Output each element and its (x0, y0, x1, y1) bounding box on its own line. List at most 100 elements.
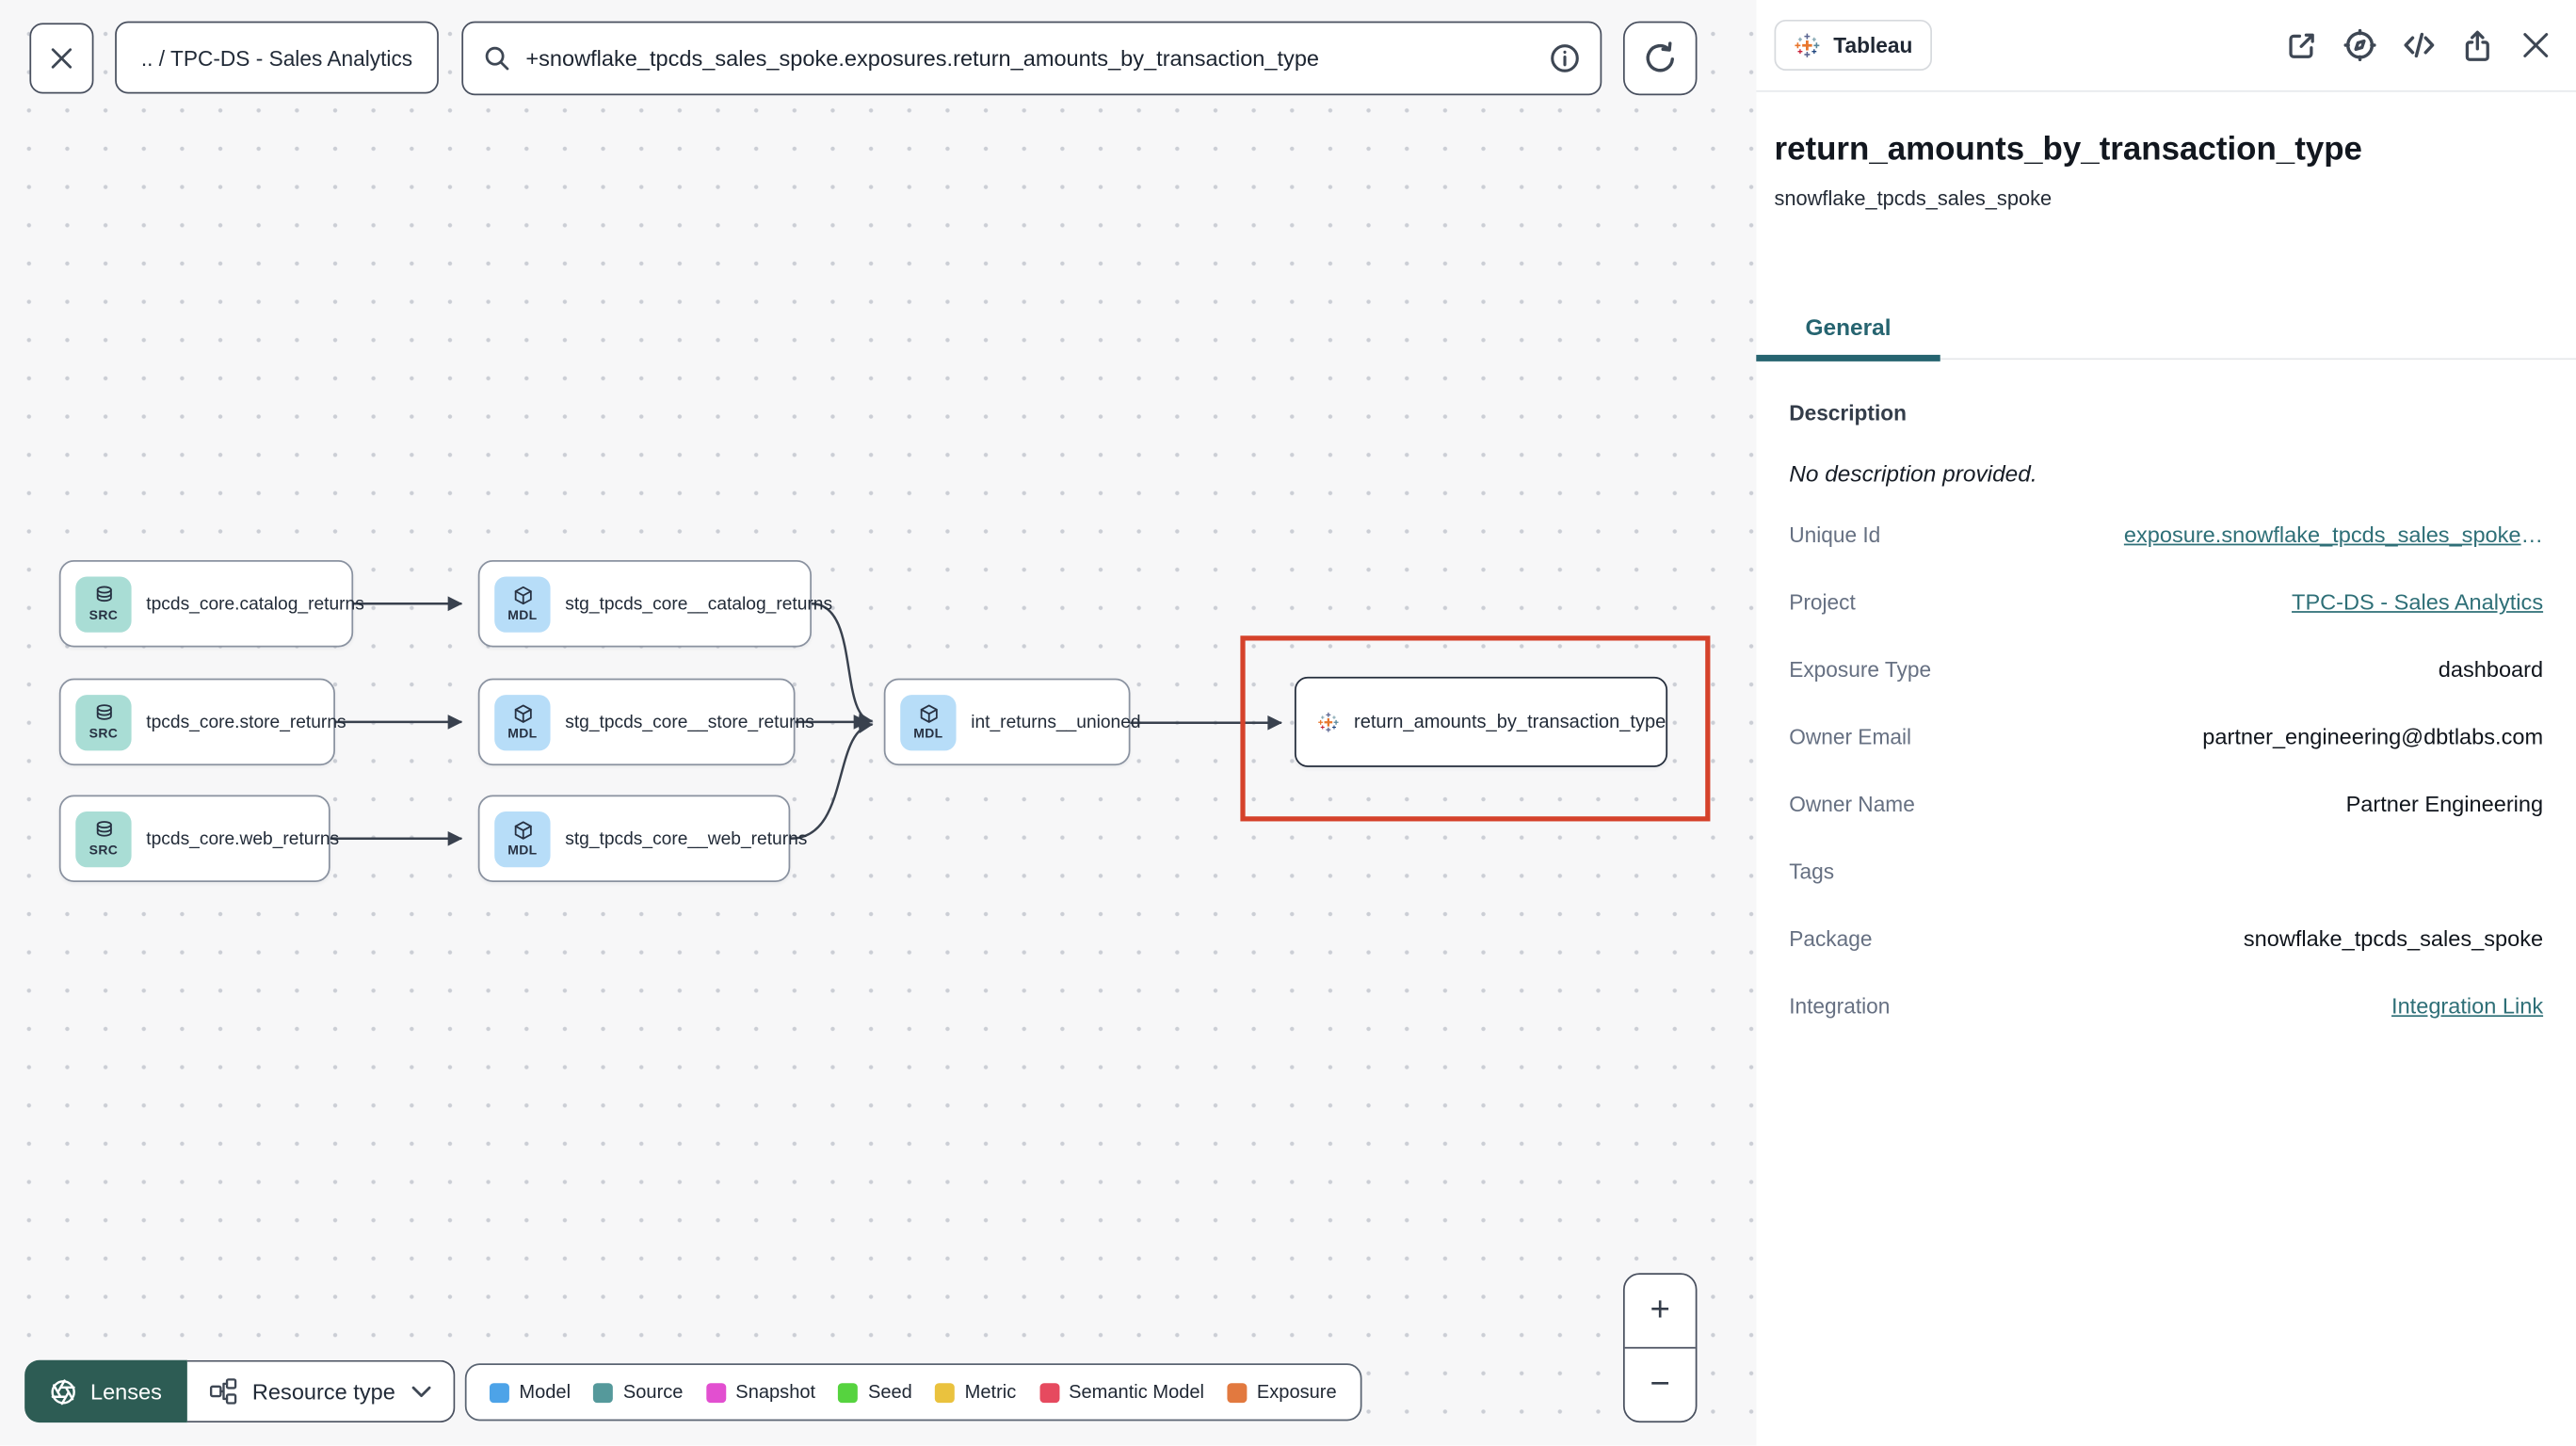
close-lineage-button[interactable] (29, 23, 94, 94)
node-badge: SRC (89, 607, 119, 623)
legend-item: Exposure (1227, 1382, 1337, 1403)
view-controls: Lenses Resource type (24, 1359, 455, 1423)
node-badge: MDL (507, 607, 538, 623)
semantic-model-swatch (1038, 1382, 1059, 1403)
tab-general[interactable]: General (1756, 293, 1940, 362)
resource-title: return_amounts_by_transaction_type (1774, 131, 2362, 168)
node-label: stg_tpcds_core__catalog_returns (565, 593, 833, 614)
refresh-button[interactable] (1622, 21, 1698, 96)
metric-swatch (935, 1382, 956, 1403)
node-badge: SRC (89, 726, 119, 741)
graph-node-source[interactable]: SRC tpcds_core.web_returns (58, 795, 339, 883)
project-link[interactable]: TPC-DS - Sales Analytics (2292, 589, 2543, 614)
field-row-project: Project TPC-DS - Sales Analytics (1789, 589, 2544, 615)
source-database-icon: SRC (75, 575, 132, 632)
node-label: tpcds_core.web_returns (146, 828, 340, 849)
legend-item: Source (593, 1382, 683, 1403)
resource-package-subtitle: snowflake_tpcds_sales_spoke (1774, 186, 2053, 211)
node-label: tpcds_core.catalog_returns (146, 593, 364, 614)
field-row-integration: Integration Integration Link (1789, 993, 2544, 1019)
share-icon (2465, 29, 2489, 61)
resource-type-icon (209, 1378, 236, 1405)
zoom-in-button[interactable]: + (1624, 1275, 1696, 1349)
view-code-button[interactable] (2402, 28, 2437, 63)
tool-badge: Tableau (1774, 19, 1933, 72)
chevron-down-icon (411, 1385, 430, 1397)
lenses-button[interactable]: Lenses (24, 1359, 187, 1423)
graph-node-model[interactable]: MDL stg_tpcds_core__store_returns (477, 678, 814, 766)
compass-icon (2343, 28, 2376, 62)
legend-item: Metric (935, 1382, 1016, 1403)
breadcrumb[interactable]: .. / TPC-DS - Sales Analytics (115, 21, 439, 94)
external-link-icon (2289, 32, 2314, 57)
close-panel-button[interactable] (2519, 28, 2553, 63)
lenses-label: Lenses (89, 1378, 162, 1405)
node-badge: MDL (507, 843, 538, 858)
metadata-fields: Unique Id exposure.snowflake_tpcds_sales… (1789, 501, 2543, 1039)
field-row-tags: Tags (1789, 859, 1835, 884)
node-label: return_amounts_by_transaction_type (1354, 712, 1666, 732)
node-label: stg_tpcds_core__store_returns (565, 712, 814, 732)
search-icon (485, 46, 509, 71)
model-swatch (489, 1382, 509, 1403)
share-button[interactable] (2461, 29, 2494, 62)
search-input[interactable] (525, 45, 1535, 72)
graph-node-source[interactable]: SRC tpcds_core.store_returns (58, 678, 346, 766)
refresh-icon (1646, 41, 1674, 72)
details-panel: Tableau return_amounts_by_transaction_ty… (1756, 0, 2576, 1446)
details-panel-header: Tableau (1756, 0, 2576, 92)
close-icon (51, 48, 72, 69)
node-label: int_returns__unioned (971, 712, 1141, 732)
panel-body: Description No description provided. Uni… (1756, 360, 2576, 1039)
graph-node-exposure-selected[interactable]: return_amounts_by_transaction_type (1294, 676, 1668, 767)
dbt-explorer-lineage-app: SRC tpcds_core.catalog_returns SRC tpcds… (0, 0, 2576, 1446)
resource-legend: Model Source Snapshot Seed Metric Semant… (464, 1363, 1361, 1422)
snapshot-swatch (705, 1382, 726, 1403)
legend-item: Semantic Model (1038, 1382, 1204, 1403)
field-row-package: Package snowflake_tpcds_sales_spoke (1789, 926, 2544, 952)
graph-node-model[interactable]: MDL stg_tpcds_core__web_returns (477, 795, 807, 883)
model-cube-icon: MDL (494, 694, 551, 750)
explore-button[interactable] (2343, 28, 2377, 63)
lineage-canvas[interactable]: SRC tpcds_core.catalog_returns SRC tpcds… (0, 0, 1759, 1446)
model-cube-icon: MDL (494, 575, 551, 632)
source-swatch (593, 1382, 614, 1403)
node-badge: SRC (89, 843, 119, 858)
info-icon[interactable] (1549, 42, 1580, 73)
zoom-out-button[interactable]: − (1625, 1349, 1696, 1422)
field-row-unique-id: Unique Id exposure.snowflake_tpcds_sales… (1789, 522, 2544, 548)
description-empty-text: No description provided. (1789, 459, 2037, 487)
description-header: Description (1789, 400, 1907, 426)
source-database-icon: SRC (75, 694, 132, 750)
graph-node-source[interactable]: SRC tpcds_core.catalog_returns (58, 560, 364, 648)
graph-node-model[interactable]: MDL int_returns__unioned (883, 678, 1141, 766)
close-icon (2523, 33, 2549, 57)
field-row-owner-name: Owner Name Partner Engineering (1789, 792, 2544, 817)
unique-id-link[interactable]: exposure.snowflake_tpcds_sales_spoke (2124, 522, 2521, 547)
exposure-swatch (1227, 1382, 1248, 1403)
legend-item: Snapshot (705, 1382, 815, 1403)
model-cube-icon: MDL (494, 811, 551, 867)
node-badge: MDL (913, 726, 943, 741)
node-label: tpcds_core.store_returns (146, 712, 346, 732)
field-row-owner-email: Owner Email partner_engineering@dbtlabs.… (1789, 724, 2544, 749)
lineage-search[interactable] (461, 21, 1602, 96)
legend-item: Model (489, 1382, 571, 1403)
tableau-icon (1318, 712, 1339, 731)
integration-link[interactable]: Integration Link (2391, 994, 2543, 1019)
panel-tabs: General (1756, 293, 2576, 362)
graph-node-model[interactable]: MDL stg_tpcds_core__catalog_returns (477, 560, 832, 648)
open-external-button[interactable] (2285, 29, 2318, 62)
legend-item: Seed (838, 1382, 912, 1403)
resource-type-label: Resource type (251, 1378, 395, 1405)
resource-type-dropdown[interactable]: Resource type (186, 1359, 455, 1423)
source-database-icon: SRC (75, 811, 132, 867)
seed-swatch (838, 1382, 859, 1403)
canvas-zoom-control: + − (1622, 1273, 1698, 1423)
field-row-exposure-type: Exposure Type dashboard (1789, 656, 2544, 683)
lens-aperture-icon (51, 1378, 75, 1405)
node-badge: MDL (507, 726, 538, 741)
code-icon (2404, 32, 2435, 58)
panel-actions (2285, 28, 2552, 63)
tool-badge-label: Tableau (1833, 32, 1913, 58)
